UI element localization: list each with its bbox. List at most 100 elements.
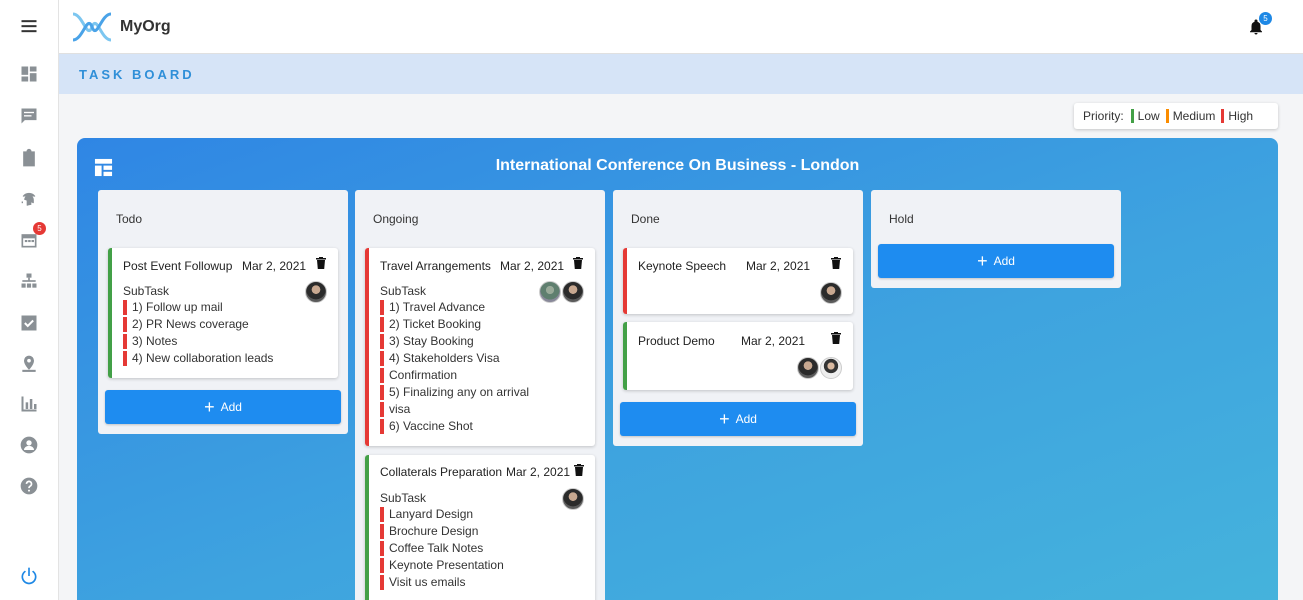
location-icon[interactable] [17, 352, 41, 376]
add-card-button[interactable]: + Add [620, 402, 856, 436]
high-priority-swatch [1221, 109, 1225, 123]
menu-icon[interactable] [17, 14, 41, 38]
subtask-item: 1) Travel Advance [380, 299, 529, 316]
assignee-avatar[interactable] [797, 357, 819, 379]
page-title: TASK BOARD [79, 67, 195, 82]
column-hold: Hold + Add [871, 190, 1121, 288]
delete-icon[interactable] [573, 256, 585, 269]
subtask-item: 3) Stay Booking [380, 333, 529, 350]
low-priority-swatch [1130, 109, 1134, 123]
low-priority-label: Low [1137, 109, 1160, 123]
task-card[interactable]: Collaterals Preparation Mar 2, 2021 SubT… [365, 455, 595, 600]
chat-icon[interactable] [17, 104, 41, 128]
subtask-item: Confirmation [380, 367, 529, 384]
bar-chart-icon[interactable] [17, 392, 41, 416]
calendar-badge: 5 [33, 222, 46, 235]
assignee-avatar[interactable] [562, 488, 584, 510]
left-sidebar: 5 [0, 0, 59, 600]
subtask-item: Brochure Design [380, 523, 504, 540]
card-title: Product Demo [638, 334, 715, 348]
card-date: Mar 2, 2021 [746, 259, 811, 273]
subtask-item: 4) Stakeholders Visa [380, 350, 529, 367]
subtask-label: SubTask [123, 284, 170, 298]
subtask-item: 2) PR News coverage [123, 316, 273, 333]
power-icon[interactable] [17, 564, 41, 588]
subtask-item: Keynote Presentation [380, 557, 504, 574]
subtask-list: 1) Follow up mail 2) PR News coverage 3)… [123, 299, 273, 367]
medium-priority-swatch [1165, 109, 1169, 123]
subtask-label: SubTask [380, 284, 427, 298]
column-title: Hold [889, 212, 914, 226]
subtask-item: 2) Ticket Booking [380, 316, 529, 333]
task-card[interactable]: Keynote Speech Mar 2, 2021 [623, 248, 853, 314]
assignee-avatar[interactable] [539, 281, 561, 303]
task-card[interactable]: Post Event Followup Mar 2, 2021 SubTask … [108, 248, 338, 378]
subtask-list: 1) Travel Advance 2) Ticket Booking 3) S… [380, 299, 529, 435]
high-priority-label: High [1228, 109, 1254, 123]
calendar-icon[interactable]: 5 [17, 222, 46, 252]
priority-legend: Priority: Low Medium High [1074, 103, 1278, 129]
subtask-item: 1) Follow up mail [123, 299, 273, 316]
subtask-item: Visit us emails [380, 574, 504, 591]
priority-bar [623, 248, 627, 314]
add-card-button[interactable]: + Add [878, 244, 1114, 278]
column-title: Done [631, 212, 660, 226]
org-chart-icon[interactable] [17, 269, 41, 293]
subtask-item: 4) New collaboration leads [123, 350, 273, 367]
clipboard-icon[interactable] [17, 146, 41, 170]
subtask-item: Coffee Talk Notes [380, 540, 504, 557]
task-board: International Conference On Business - L… [77, 138, 1278, 600]
assignee-avatar[interactable] [820, 282, 842, 304]
top-bar: MyOrg 5 [59, 0, 1303, 54]
help-icon[interactable] [17, 474, 41, 498]
card-title: Collaterals Preparation [380, 465, 503, 479]
medium-priority-label: Medium [1172, 109, 1216, 123]
card-date: Mar 2, 2021 [500, 259, 565, 273]
board-title: International Conference On Business - L… [495, 157, 860, 174]
delete-icon[interactable] [574, 463, 586, 476]
delete-icon[interactable] [316, 256, 328, 269]
priority-bar [365, 248, 369, 446]
page-header: TASK BOARD [59, 54, 1303, 94]
column-todo: Todo Post Event Followup Mar 2, 2021 Sub… [98, 190, 348, 434]
add-label: Add [220, 400, 242, 414]
subtask-item: 5) Finalizing any on arrival [380, 384, 529, 401]
subtask-item: 3) Notes [123, 333, 273, 350]
add-label: Add [993, 254, 1015, 268]
card-date: Mar 2, 2021 [242, 259, 307, 273]
fingerprint-icon[interactable] [17, 187, 41, 211]
subtask-item: 6) Vaccine Shot [380, 418, 529, 435]
card-title: Keynote Speech [638, 259, 727, 273]
checkbox-icon[interactable] [17, 311, 41, 335]
subtask-item: Lanyard Design [380, 506, 504, 523]
subtask-list: Lanyard Design Brochure Design Coffee Ta… [380, 506, 504, 591]
delete-icon[interactable] [831, 256, 843, 269]
column-ongoing: Ongoing Travel Arrangements Mar 2, 2021 … [355, 190, 605, 600]
task-card[interactable]: Product Demo Mar 2, 2021 [623, 322, 853, 390]
column-done: Done Keynote Speech Mar 2, 2021 Product … [613, 190, 863, 446]
card-title: Post Event Followup [123, 259, 233, 273]
card-title: Travel Arrangements [380, 259, 491, 273]
assignee-avatar[interactable] [820, 357, 842, 379]
add-label: Add [735, 412, 757, 426]
priority-bar [108, 248, 112, 378]
card-date: Mar 2, 2021 [506, 465, 571, 479]
column-title: Todo [116, 212, 143, 226]
task-card[interactable]: Travel Arrangements Mar 2, 2021 SubTask … [365, 248, 595, 446]
notifications-bell-icon[interactable]: 5 [1247, 12, 1272, 39]
notification-badge: 5 [1259, 12, 1272, 25]
account-icon[interactable] [17, 433, 41, 457]
assignee-avatar[interactable] [562, 281, 584, 303]
dashboard-icon[interactable] [17, 62, 41, 86]
priority-label: Priority: [1083, 109, 1124, 123]
priority-bar [365, 455, 369, 600]
assignee-avatar[interactable] [305, 281, 327, 303]
delete-icon[interactable] [831, 331, 843, 344]
priority-bar [623, 322, 627, 390]
add-card-button[interactable]: + Add [105, 390, 341, 424]
subtask-item: visa [380, 401, 529, 418]
subtask-label: SubTask [380, 491, 427, 505]
card-date: Mar 2, 2021 [741, 334, 806, 348]
brand-name: MyOrg [120, 18, 171, 35]
column-title: Ongoing [373, 212, 419, 226]
